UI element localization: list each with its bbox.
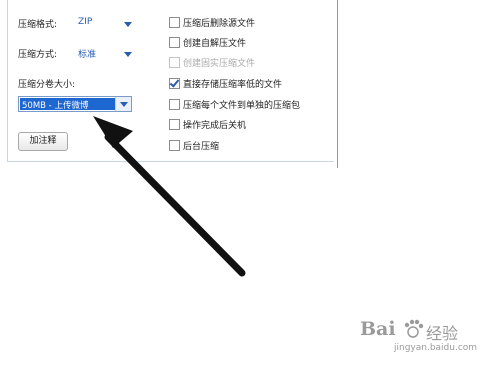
watermark-brand: Bai [360,318,396,340]
checkbox[interactable] [169,119,180,130]
option-label: 直接存储压缩率低的文件 [183,80,283,90]
checkbox [169,57,180,68]
watermark-url: jingyan.baidu.com [394,343,478,353]
method-value: 标准 [78,50,97,60]
format-label: 压缩格式: [18,20,58,30]
chevron-down-icon [124,52,132,57]
volume-size-label: 压缩分卷大小: [18,80,76,90]
add-note-button[interactable]: 加注释 [18,132,68,151]
checkbox[interactable] [169,37,180,48]
option-label: 操作完成后关机 [183,121,247,131]
volume-selected-highlight: 50MB - 上传微博 [20,98,119,111]
method-dropdown[interactable]: 标准 [78,44,136,60]
checkbox[interactable] [169,17,180,28]
option-label: 压缩每个文件到单独的压缩包 [183,101,301,111]
checkbox[interactable] [169,140,180,151]
format-value: ZIP [78,17,93,27]
paw-icon [404,319,424,338]
method-label: 压缩方式: [18,50,58,60]
volume-size-dropdown[interactable]: 50MB - 上传微博 [18,96,132,112]
checkbox-checked[interactable] [169,78,180,89]
panel-border-right [337,0,338,168]
checkbox[interactable] [169,99,180,110]
option-label: 压缩后删除源文件 [183,19,256,29]
watermark-brand-cn: 经验 [426,324,459,343]
option-label: 创建固实压缩文件 [183,59,256,69]
volume-size-value: 50MB - 上传微博 [22,101,89,111]
chevron-down-icon [124,22,132,27]
volume-dropdown-button[interactable] [115,97,131,111]
chevron-down-icon [120,102,128,107]
option-label: 创建自解压文件 [183,39,247,49]
option-label: 后台压缩 [183,142,220,152]
format-dropdown[interactable]: ZIP [78,14,136,30]
